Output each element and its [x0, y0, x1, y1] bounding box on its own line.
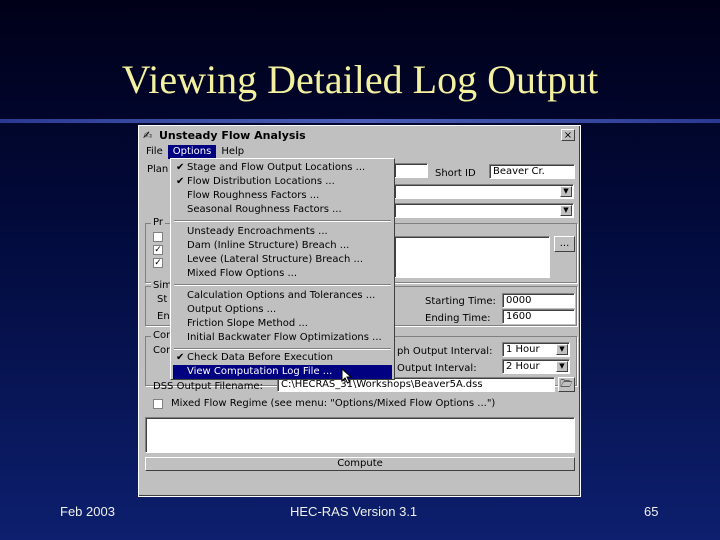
hydrograph-interval-combo[interactable]: 1 Hour ▼: [502, 342, 570, 357]
plan-field[interactable]: [394, 163, 428, 178]
menu-item-friction-slope[interactable]: Friction Slope Method ...: [173, 317, 392, 331]
chevron-down-icon[interactable]: ▼: [560, 205, 572, 216]
program-checkbox-3[interactable]: ✓: [153, 258, 163, 268]
menu-item-label: Seasonal Roughness Factors ...: [187, 204, 342, 215]
menu-item-backwater-optimizations[interactable]: Initial Backwater Flow Optimizations ...: [173, 331, 392, 345]
hydrograph-interval-label: ph Output Interval:: [397, 346, 493, 357]
menu-item-label: Initial Backwater Flow Optimizations ...: [187, 332, 382, 343]
programs-group-label: Pr: [151, 217, 165, 228]
program-checkbox-1[interactable]: [153, 232, 163, 242]
mixed-flow-label: Mixed Flow Regime (see menu: "Options/Mi…: [171, 398, 496, 409]
starting-time-label: Starting Time:: [425, 296, 496, 307]
menu-item-dam-breach[interactable]: Dam (Inline Structure) Breach ...: [173, 239, 392, 253]
ending-time-label: Ending Time:: [425, 313, 491, 324]
short-id-field[interactable]: Beaver Cr.: [489, 164, 575, 179]
menu-help[interactable]: Help: [216, 145, 249, 159]
chevron-down-icon[interactable]: ▼: [556, 361, 568, 372]
menu-item-unsteady-encroachments[interactable]: Unsteady Encroachments ...: [173, 225, 392, 239]
plan-label: Plan: [147, 164, 169, 175]
menu-item-label: Levee (Lateral Structure) Breach ...: [187, 254, 364, 265]
browse-description-button[interactable]: ...: [554, 236, 575, 252]
menu-item-label: View Computation Log File ...: [187, 366, 333, 377]
close-button[interactable]: ×: [561, 129, 575, 141]
menu-item-calculation-options[interactable]: Calculation Options and Tolerances ...: [173, 289, 392, 303]
mouse-cursor-icon: [341, 368, 353, 384]
geometry-combo[interactable]: ▼: [394, 184, 574, 199]
menu-item-label: Mixed Flow Options ...: [187, 268, 297, 279]
hydrograph-interval-value: 1 Hour: [506, 344, 540, 355]
app-icon: ✍: [143, 128, 153, 142]
starting-time-field[interactable]: 0000: [502, 293, 575, 308]
detailed-interval-value: 2 Hour: [506, 361, 540, 372]
menu-item-view-log-file[interactable]: View Computation Log File ...: [173, 365, 392, 379]
dss-filename-label: DSS Output Filename:: [153, 381, 263, 392]
menu-item-label: Stage and Flow Output Locations ...: [187, 162, 366, 173]
menu-item-output-options[interactable]: Output Options ...: [173, 303, 392, 317]
compute-button[interactable]: Compute: [145, 457, 575, 471]
footer-page-number: 65: [644, 504, 659, 519]
check-icon: ✔: [176, 176, 185, 187]
menu-item-check-data[interactable]: ✔ Check Data Before Execution: [173, 351, 392, 365]
ending-time-field[interactable]: 1600: [502, 309, 575, 324]
check-icon: ✔: [176, 352, 185, 363]
menu-separator: [174, 284, 391, 286]
menu-item-label: Output Options ...: [187, 304, 277, 315]
menu-item-flow-roughness[interactable]: Flow Roughness Factors ...: [173, 189, 392, 203]
window-title: Unsteady Flow Analysis: [159, 129, 306, 142]
detailed-interval-combo[interactable]: 2 Hour ▼: [502, 359, 570, 374]
footer-date: Feb 2003: [60, 504, 115, 519]
chevron-down-icon[interactable]: ▼: [560, 186, 572, 197]
menu-item-stage-flow-output[interactable]: ✔ Stage and Flow Output Locations ...: [173, 161, 392, 175]
ending-date-label: En: [157, 311, 170, 322]
footer-version: HEC-RAS Version 3.1: [290, 504, 418, 519]
title-divider: [0, 119, 720, 123]
menu-separator: [174, 348, 391, 350]
window-titlebar[interactable]: ✍ Unsteady Flow Analysis ×: [141, 128, 577, 143]
description-box[interactable]: [394, 236, 550, 278]
menu-options[interactable]: Options: [167, 145, 217, 159]
folder-open-icon[interactable]: 🗁: [558, 377, 575, 392]
options-dropdown-menu: ✔ Stage and Flow Output Locations ... ✔ Fl…: [170, 158, 395, 380]
mixed-flow-checkbox[interactable]: [153, 399, 163, 409]
menu-item-mixed-flow-options[interactable]: Mixed Flow Options ...: [173, 267, 392, 281]
check-icon: ✔: [176, 162, 185, 173]
menu-item-levee-breach[interactable]: Levee (Lateral Structure) Breach ...: [173, 253, 392, 267]
menu-separator: [174, 220, 391, 222]
menu-item-label: Flow Roughness Factors ...: [187, 190, 320, 201]
flow-combo[interactable]: ▼: [394, 203, 574, 218]
menu-item-flow-distribution[interactable]: ✔ Flow Distribution Locations ...: [173, 175, 392, 189]
menu-file[interactable]: File: [141, 145, 168, 159]
menu-bar: File Options Help: [141, 145, 577, 159]
menu-item-seasonal-roughness[interactable]: Seasonal Roughness Factors ...: [173, 203, 392, 217]
chevron-down-icon[interactable]: ▼: [556, 344, 568, 355]
menu-item-label: Unsteady Encroachments ...: [187, 226, 328, 237]
detailed-interval-label: Output Interval:: [397, 363, 477, 374]
menu-item-label: Friction Slope Method ...: [187, 318, 308, 329]
program-checkbox-2[interactable]: ✓: [153, 245, 163, 255]
menu-item-label: Calculation Options and Tolerances ...: [187, 290, 376, 301]
menu-item-label: Flow Distribution Locations ...: [187, 176, 335, 187]
short-id-label: Short ID: [435, 168, 476, 179]
starting-date-label: St: [157, 294, 168, 305]
menu-item-label: Dam (Inline Structure) Breach ...: [187, 240, 350, 251]
menu-item-label: Check Data Before Execution: [187, 352, 333, 363]
message-area: [145, 417, 575, 453]
slide-title: Viewing Detailed Log Output: [121, 57, 599, 102]
